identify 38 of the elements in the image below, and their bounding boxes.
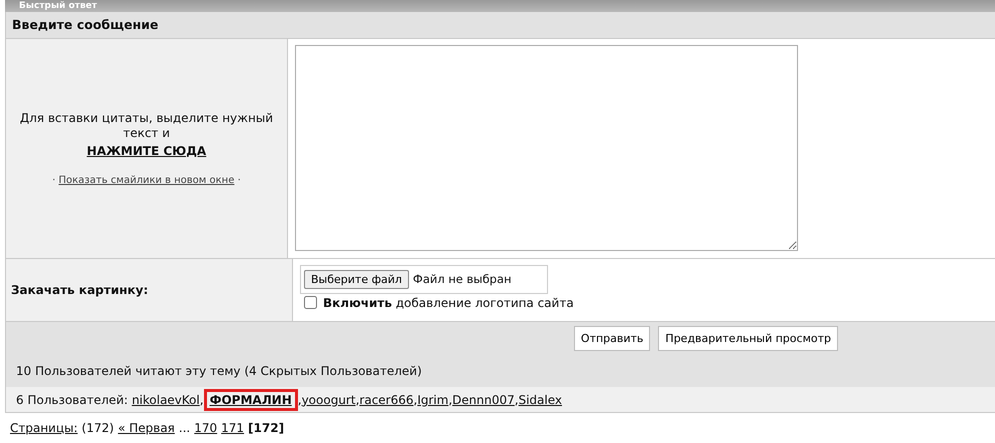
user-link[interactable]: Dennn007 — [452, 392, 515, 407]
choose-file-button[interactable]: Выберите файл — [304, 270, 409, 289]
user-link[interactable]: racer666 — [359, 392, 414, 407]
bullet: · — [238, 174, 241, 186]
current-page[interactable]: [172] — [248, 421, 284, 436]
user-link[interactable]: yooogurt — [302, 392, 356, 407]
separator: , — [356, 392, 360, 407]
section-title: Введите сообщение — [5, 12, 995, 38]
separator: , — [448, 392, 452, 407]
message-field[interactable] — [295, 44, 798, 251]
separator: , — [514, 392, 518, 407]
quote-hint: Для вставки цитаты, выделите нужный текст и — [18, 110, 274, 141]
separator: , — [200, 392, 204, 407]
panel-title: Быстрый ответ — [5, 0, 995, 12]
logo-option-label: Включить добавление логотипа сайта — [323, 296, 574, 310]
readers-title: 10 Пользователей читают эту тему (4 Скрытых Пользователей) — [5, 355, 995, 388]
user-link[interactable]: nikolaevKol — [132, 392, 200, 407]
users-label: 6 Пользователей: — [16, 392, 129, 407]
file-status: Файл не выбран — [412, 272, 512, 286]
separator: , — [298, 392, 302, 407]
user-link[interactable]: ФОРМАЛИН — [210, 392, 292, 407]
user-link[interactable]: Igrim — [417, 392, 448, 407]
logo-checkbox[interactable] — [304, 296, 317, 310]
bullet: · — [52, 174, 56, 186]
form-button[interactable]: Предварительный просмотр — [658, 326, 838, 351]
page-link[interactable]: 170 — [194, 421, 218, 436]
smilies-link[interactable]: Показать смайлики в новом окне — [58, 174, 234, 186]
user-link[interactable]: Sidalex — [518, 392, 562, 407]
first-page-link[interactable]: « Первая — [118, 421, 175, 436]
separator: , — [414, 392, 418, 407]
file-input[interactable]: Выберите файл Файл не выбран — [300, 264, 548, 294]
page-count: (172) — [82, 421, 114, 436]
form-button[interactable]: Отправить — [574, 326, 650, 351]
pages-link[interactable]: Страницы: — [10, 421, 78, 436]
upload-label: Закачать картинку: — [6, 258, 293, 321]
ellipsis: ... — [178, 421, 190, 436]
click-here-link[interactable]: НАЖМИТЕ СЮДА — [86, 144, 206, 158]
page-link[interactable]: 171 — [221, 421, 244, 436]
